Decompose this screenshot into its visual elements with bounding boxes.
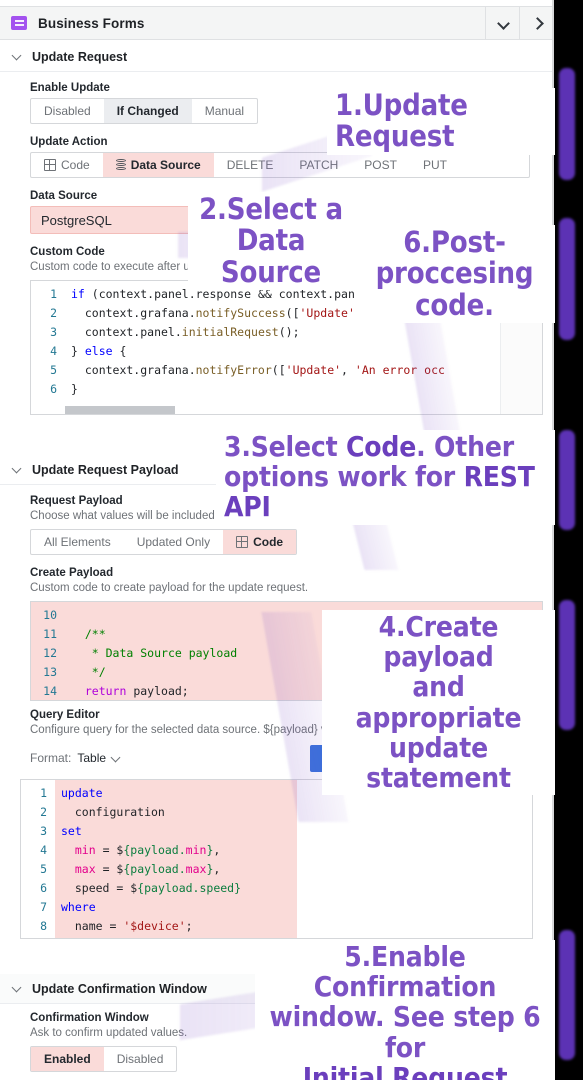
radio-option-label: Code xyxy=(61,158,90,172)
format-value[interactable]: Table xyxy=(77,751,106,765)
annotation-text-emphasis: Code xyxy=(346,430,416,463)
annotation-2: 2.Select a Data Source xyxy=(188,192,354,290)
chevron-right-icon xyxy=(533,19,541,27)
editor-horizontal-scrollbar[interactable] xyxy=(65,406,175,414)
business-forms-icon xyxy=(11,16,27,30)
annotation-text-line-2: options work for REST API xyxy=(224,462,547,522)
annotation-text-line-3: update statement xyxy=(330,733,547,793)
radio-option-code[interactable]: Code xyxy=(223,530,296,554)
grid-code-icon xyxy=(236,536,248,548)
annotation-text-line-2: Data Source xyxy=(196,225,346,288)
annotation-text-line-1: 2.Select a xyxy=(196,194,346,225)
radio-option-manual[interactable]: Manual xyxy=(192,99,257,123)
panel-expand-button[interactable] xyxy=(519,7,553,39)
radio-option-data-source[interactable]: Data Source xyxy=(103,153,214,177)
query-code-editor[interactable]: 12345678 update configuration set min = … xyxy=(20,779,533,939)
radio-option-disabled[interactable]: Disabled xyxy=(104,1047,177,1071)
field-label: Create Payload xyxy=(30,567,541,579)
editor-gutter: 12345678 xyxy=(21,780,55,938)
confirmation-window-radio-group[interactable]: Enabled Disabled xyxy=(30,1046,177,1072)
section-update-request[interactable]: Update Request xyxy=(0,42,553,72)
radio-option-all-elements[interactable]: All Elements xyxy=(31,530,124,554)
chevron-down-icon xyxy=(499,19,507,27)
field-description: Custom code to create payload for the up… xyxy=(30,581,541,596)
annotation-4: 4.Create payload and appropriate update … xyxy=(322,610,555,795)
annotation-6: 6.Post- proccesing code. xyxy=(354,225,555,323)
section-title: Update Request Payload xyxy=(32,463,179,477)
section-title: Update Request xyxy=(32,50,127,64)
annotation-text-line-1: 4.Create payload xyxy=(330,612,547,672)
enable-update-radio-group[interactable]: Disabled If Changed Manual xyxy=(30,98,258,124)
grid-code-icon xyxy=(44,159,56,171)
editor-gutter: 123456 xyxy=(31,281,65,414)
radio-option-code[interactable]: Code xyxy=(31,153,103,177)
database-icon xyxy=(116,159,126,171)
annotation-text-line-1: 6.Post- xyxy=(362,227,547,258)
radio-option-disabled[interactable]: Disabled xyxy=(31,99,104,123)
radio-option-label: Data Source xyxy=(131,158,201,172)
annotation-text-part-c: . Other xyxy=(416,430,514,463)
radio-option-enabled[interactable]: Enabled xyxy=(31,1047,104,1071)
panel-title: Business Forms xyxy=(38,16,144,31)
annotation-1: 1.Update Request xyxy=(327,88,555,155)
annotation-3: 3.Select Code. Other options work for RE… xyxy=(216,430,555,525)
radio-option-put[interactable]: PUT xyxy=(410,153,460,177)
chevron-down-icon xyxy=(12,984,22,994)
chevron-down-icon xyxy=(12,52,22,62)
annotation-text-line-3: Initial Request xyxy=(263,1063,547,1080)
radio-option-updated-only[interactable]: Updated Only xyxy=(124,530,223,554)
annotation-5: 5.Enable Confirmation window. See step 6… xyxy=(255,940,555,1080)
chevron-down-icon[interactable] xyxy=(112,754,121,763)
editor-code[interactable]: update configuration set min = ${payload… xyxy=(55,780,297,938)
radio-option-label: Code xyxy=(253,535,283,549)
annotation-text: 1.Update Request xyxy=(335,88,468,153)
section-title: Update Confirmation Window xyxy=(32,982,207,996)
right-dark-strip xyxy=(557,0,583,1080)
chevron-down-icon xyxy=(12,465,22,475)
annotation-text-line-2: window. See step 6 for xyxy=(263,1002,547,1062)
annotation-text-line-2: and appropriate xyxy=(330,672,547,732)
annotation-text-line-2: proccesing code. xyxy=(362,258,547,321)
annotation-text-part-a: options work for xyxy=(224,460,464,493)
panel-header: Business Forms xyxy=(0,6,553,40)
annotation-text-line-1: 5.Enable Confirmation xyxy=(263,942,547,1002)
request-payload-radio-group[interactable]: All Elements Updated Only Code xyxy=(30,529,297,555)
screenshot-root: Business Forms Update Request Enable Upd… xyxy=(0,0,583,1080)
annotation-text-emphasis: Initial Request xyxy=(303,1061,508,1080)
annotation-text-part-a: 3.Select xyxy=(224,430,346,463)
editor-gutter: 1011121314 xyxy=(31,602,65,700)
radio-option-if-changed[interactable]: If Changed xyxy=(104,99,192,123)
format-label: Format: xyxy=(30,751,71,765)
pane-right-border xyxy=(552,0,554,1080)
annotation-text-line-1: 3.Select Code. Other xyxy=(224,432,547,462)
panel-collapse-button[interactable] xyxy=(485,7,519,39)
data-source-value: PostgreSQL xyxy=(41,213,112,228)
